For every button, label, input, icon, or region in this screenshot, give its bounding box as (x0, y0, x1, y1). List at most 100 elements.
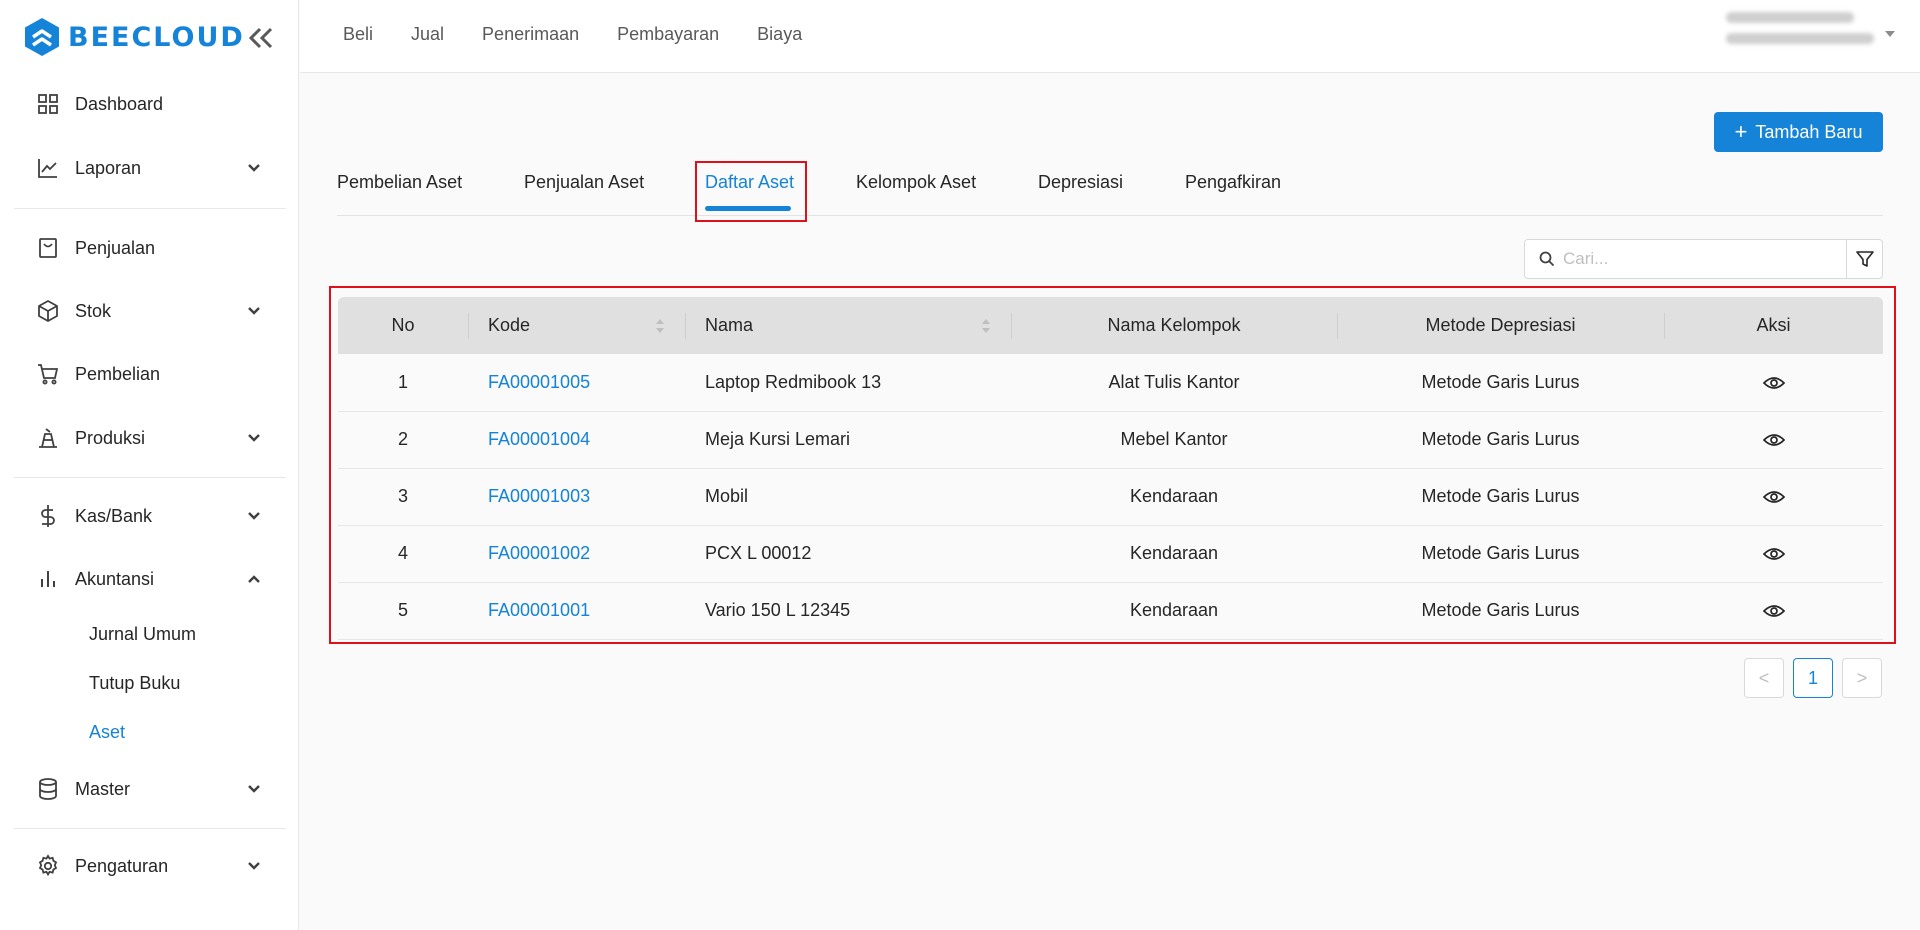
sidebar-item-label: Kas/Bank (75, 505, 153, 526)
view-eye-icon[interactable] (1762, 489, 1785, 505)
pagination: < 1 > (1744, 658, 1891, 698)
cell-nama: Mobil (685, 468, 1011, 526)
topnav-penerimaan[interactable]: Penerimaan (482, 24, 579, 45)
cell-metode-depresiasi: Metode Garis Lurus (1337, 582, 1664, 640)
cell-aksi (1664, 354, 1883, 412)
sidebar-item-laporan[interactable]: Laporan (14, 144, 286, 192)
cell-metode-depresiasi: Metode Garis Lurus (1337, 411, 1664, 469)
sidebar-item-produksi[interactable]: Produksi (14, 414, 286, 462)
cart-icon (38, 364, 59, 385)
cell-no: 5 (338, 582, 468, 640)
column-header-metode-depresiasi: Metode Depresiasi (1337, 297, 1664, 354)
sidebar-divider (14, 208, 286, 209)
sidebar-item-penjualan[interactable]: Penjualan (14, 224, 286, 272)
brand[interactable]: BEECLOUD (24, 17, 245, 57)
asset-code-link[interactable]: FA00001003 (488, 486, 590, 506)
cell-metode-depresiasi: Metode Garis Lurus (1337, 468, 1664, 526)
tab-kelompok-aset[interactable]: Kelompok Aset (856, 172, 976, 193)
top-navigation: Beli Jual Penerimaan Pembayaran Biaya (343, 24, 840, 45)
cell-kode: FA00001001 (468, 582, 685, 640)
view-eye-icon[interactable] (1762, 603, 1785, 619)
collapse-sidebar-icon[interactable] (246, 24, 276, 52)
search-input[interactable] (1563, 249, 1823, 269)
column-header-nama[interactable]: Nama (685, 297, 1011, 354)
sidebar-item-master[interactable]: Master (14, 765, 286, 813)
topnav-jual[interactable]: Jual (411, 24, 444, 45)
sidebar-item-label: Master (75, 778, 131, 799)
sort-icon[interactable] (655, 317, 665, 335)
cell-nama-kelompok: Kendaraan (1011, 468, 1337, 526)
sidebar-subitem-tutup-buku[interactable]: Tutup Buku (89, 673, 180, 694)
cell-no: 1 (338, 354, 468, 412)
add-new-button[interactable]: + Tambah Baru (1714, 112, 1883, 152)
pagination-next-button[interactable]: > (1842, 658, 1882, 698)
tab-depresiasi[interactable]: Depresiasi (1038, 172, 1123, 193)
sidebar-item-pengaturan[interactable]: Pengaturan (14, 842, 286, 890)
filter-icon (1855, 251, 1874, 267)
sidebar-subitem-aset[interactable]: Aset (89, 722, 125, 743)
view-eye-icon[interactable] (1762, 432, 1785, 448)
shopping-bag-icon (39, 238, 57, 258)
cell-metode-depresiasi: Metode Garis Lurus (1337, 354, 1664, 412)
asset-code-link[interactable]: FA00001004 (488, 429, 590, 449)
gear-icon (38, 854, 58, 877)
table-row: 2 FA00001004 Meja Kursi Lemari Mebel Kan… (338, 411, 1883, 469)
chevron-down-icon (248, 512, 260, 520)
filter-button[interactable] (1847, 239, 1883, 279)
topnav-biaya[interactable]: Biaya (757, 24, 802, 45)
topbar: Beli Jual Penerimaan Pembayaran Biaya (300, 0, 1920, 73)
cell-no: 3 (338, 468, 468, 526)
cell-nama-kelompok: Alat Tulis Kantor (1011, 354, 1337, 412)
asset-tabs: Pembelian Aset Penjualan Aset Daftar Ase… (337, 160, 1883, 216)
sidebar-item-kas-bank[interactable]: Kas/Bank (14, 492, 286, 540)
cube-icon (38, 300, 58, 322)
cell-nama: Meja Kursi Lemari (685, 411, 1011, 469)
tab-pembelian-aset[interactable]: Pembelian Aset (337, 172, 462, 193)
factory-icon (39, 428, 57, 448)
sidebar-item-label: Laporan (75, 157, 142, 178)
column-header-kode[interactable]: Kode (468, 297, 685, 354)
topnav-beli[interactable]: Beli (343, 24, 373, 45)
plus-icon: + (1734, 119, 1748, 144)
cell-aksi (1664, 468, 1883, 526)
search-field (1524, 239, 1847, 279)
tab-penjualan-aset[interactable]: Penjualan Aset (524, 172, 644, 193)
cell-kode: FA00001003 (468, 468, 685, 526)
active-tab-indicator (705, 206, 791, 211)
asset-code-link[interactable]: FA00001002 (488, 543, 590, 563)
cell-nama: Laptop Redmibook 13 (685, 354, 1011, 412)
view-eye-icon[interactable] (1762, 375, 1785, 391)
sidebar-item-pembelian[interactable]: Pembelian (14, 350, 286, 398)
sidebar-item-label: Dashboard (75, 93, 164, 114)
user-menu-caret-icon[interactable] (1885, 31, 1895, 37)
tab-pengafkiran[interactable]: Pengafkiran (1185, 172, 1281, 193)
beecloud-logo-icon (25, 18, 59, 56)
sidebar-item-stok[interactable]: Stok (14, 287, 286, 335)
sidebar-item-label: Stok (75, 300, 112, 321)
asset-code-link[interactable]: FA00001005 (488, 372, 590, 392)
cell-no: 4 (338, 525, 468, 583)
asset-code-link[interactable]: FA00001001 (488, 600, 590, 620)
cell-metode-depresiasi: Metode Garis Lurus (1337, 525, 1664, 583)
sidebar-subitem-jurnal-umum[interactable]: Jurnal Umum (89, 624, 196, 645)
chevron-down-icon (248, 307, 260, 315)
column-header-aksi: Aksi (1664, 297, 1883, 354)
sidebar-item-label: Akuntansi (75, 568, 155, 589)
add-new-label: Tambah Baru (1755, 121, 1863, 142)
view-eye-icon[interactable] (1762, 546, 1785, 562)
tab-daftar-aset[interactable]: Daftar Aset (705, 172, 794, 193)
cell-nama-kelompok: Kendaraan (1011, 525, 1337, 583)
pagination-page-1[interactable]: 1 (1793, 658, 1833, 698)
sort-icon[interactable] (981, 317, 991, 335)
blurred-username (1726, 12, 1854, 23)
cell-nama: Vario 150 L 12345 (685, 582, 1011, 640)
sidebar-item-label: Penjualan (75, 237, 156, 258)
sidebar-divider (14, 477, 286, 478)
pagination-prev-button[interactable]: < (1744, 658, 1784, 698)
topnav-pembayaran[interactable]: Pembayaran (617, 24, 719, 45)
cell-nama: PCX L 00012 (685, 525, 1011, 583)
sidebar-item-akuntansi[interactable]: Akuntansi (14, 555, 286, 603)
sidebar-item-dashboard[interactable]: Dashboard (14, 80, 286, 128)
cell-nama-kelompok: Kendaraan (1011, 582, 1337, 640)
user-account-blurred[interactable] (1726, 12, 1876, 60)
